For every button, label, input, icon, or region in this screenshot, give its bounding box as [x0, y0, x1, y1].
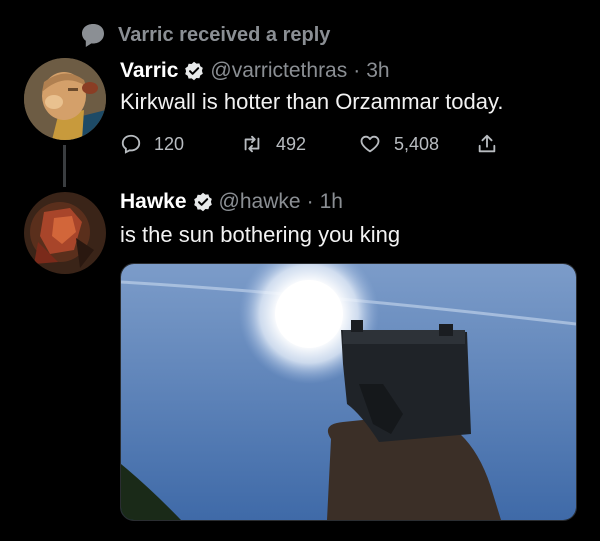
tweet2-handle[interactable]: @hawke [219, 190, 301, 214]
reply-button[interactable]: 120 [120, 133, 240, 155]
hawke-portrait-image [24, 192, 106, 274]
hawke-avatar[interactable] [24, 192, 106, 274]
tweet2-media-image[interactable] [120, 263, 577, 521]
separator-dot: · [306, 190, 314, 213]
share-icon [478, 134, 496, 153]
tweet1-header: Varric @varrictethras · 3h [120, 57, 390, 85]
tweet1-time[interactable]: 3h [366, 59, 389, 83]
tweet2-header: Hawke @hawke · 1h [120, 188, 343, 216]
verified-badge-icon [185, 61, 204, 81]
retweet-button[interactable]: 492 [240, 133, 358, 155]
like-count: 5,408 [394, 133, 440, 154]
reply-icon [121, 134, 141, 154]
notification-context: Varric received a reply [80, 20, 330, 50]
tweet2-author-name[interactable]: Hawke [120, 190, 187, 214]
heart-icon [360, 135, 380, 153]
varric-portrait-image [24, 58, 106, 140]
tweet2-time[interactable]: 1h [320, 190, 343, 214]
separator-dot: · [353, 59, 361, 82]
thread-connector-line [63, 145, 66, 187]
reply-count: 120 [154, 133, 185, 154]
varric-avatar[interactable] [24, 58, 106, 140]
tweet2-text: is the sun bothering you king [120, 222, 401, 247]
tweet1-text: Kirkwall is hotter than Orzammar today. [120, 89, 504, 114]
like-button[interactable]: 5,408 [358, 133, 476, 155]
verified-badge-icon [193, 192, 212, 212]
tweet1-author-name[interactable]: Varric [120, 59, 178, 83]
context-text: Varric received a reply [118, 23, 331, 46]
sun-and-pistol-photo [121, 264, 576, 520]
tweet1-handle[interactable]: @varrictethras [210, 59, 347, 83]
retweet-count: 492 [276, 133, 307, 154]
tweet1-actions: 120 492 5,408 [120, 128, 520, 160]
share-button[interactable] [476, 133, 498, 155]
retweet-icon [244, 135, 260, 153]
speech-bubble-icon [82, 24, 104, 47]
